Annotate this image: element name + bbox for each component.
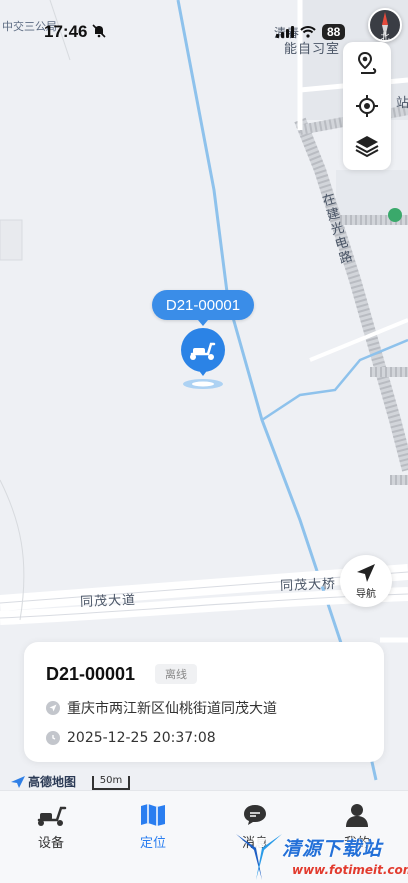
device-info-card[interactable]: D21-00001 离线 重庆市两江新区仙桃街道同茂大道 2025-12-25 …: [24, 642, 384, 762]
watermark-title: 清源下载站: [282, 838, 383, 860]
layers-button[interactable]: [343, 126, 391, 166]
message-icon: [244, 805, 266, 825]
route-button[interactable]: [343, 44, 391, 84]
address-text: 重庆市两江新区仙桃街道同茂大道: [67, 701, 277, 717]
tab-label: 设备: [37, 836, 64, 851]
address-row: 重庆市两江新区仙桃街道同茂大道: [46, 698, 277, 718]
user-icon: [346, 804, 368, 827]
map-controls-panel: [343, 42, 391, 170]
status-indicators: 88: [276, 24, 346, 40]
device-marker-tag[interactable]: D21-00001: [152, 290, 254, 326]
layers-icon: [355, 136, 379, 158]
locate-button[interactable]: [343, 86, 391, 126]
device-name: D21-00001: [46, 664, 136, 684]
battery-indicator: 88: [322, 24, 346, 40]
status-time: 17:46: [44, 22, 88, 41]
crosshair-icon: [356, 95, 378, 117]
tab-location[interactable]: 定位: [113, 803, 193, 851]
navigation-arrow-icon: [357, 564, 375, 582]
tab-label: 定位: [139, 836, 166, 851]
location-arrow-icon: [46, 701, 60, 715]
map-icon: [141, 804, 165, 826]
time-row: 2025-12-25 20:37:08: [46, 730, 216, 746]
scooter-icon: [37, 806, 67, 826]
map-scale: 50m: [92, 776, 130, 790]
tab-devices[interactable]: 设备: [11, 803, 91, 851]
navigate-label: 导航: [356, 589, 376, 600]
map-provider-name: 高德地图: [28, 775, 77, 789]
status-badge: 离线: [155, 664, 197, 684]
compass-button[interactable]: 北: [368, 8, 402, 43]
map-label-tongmao-bridge: 同茂大桥: [279, 577, 337, 594]
watermark-url: www.fotimeit.com: [292, 863, 408, 877]
wifi-icon: [300, 26, 316, 38]
map-provider-logo: 高德地图: [10, 773, 76, 790]
navigate-button[interactable]: 导航: [340, 555, 392, 607]
route-pin-icon: [357, 51, 377, 74]
amap-logo-icon: [11, 775, 25, 788]
bell-mute-icon: [92, 24, 106, 42]
map-label-station: 站: [396, 96, 408, 111]
device-marker[interactable]: [178, 328, 228, 398]
signal-icon: [276, 26, 294, 38]
map-label-tongmao-road: 同茂大道: [79, 593, 137, 610]
timestamp-text: 2025-12-25 20:37:08: [67, 730, 216, 746]
clock-icon: [46, 731, 60, 745]
watermark-logo-icon: [236, 834, 282, 880]
watermark: 清源下载站 www.fotimeit.com: [232, 828, 408, 883]
